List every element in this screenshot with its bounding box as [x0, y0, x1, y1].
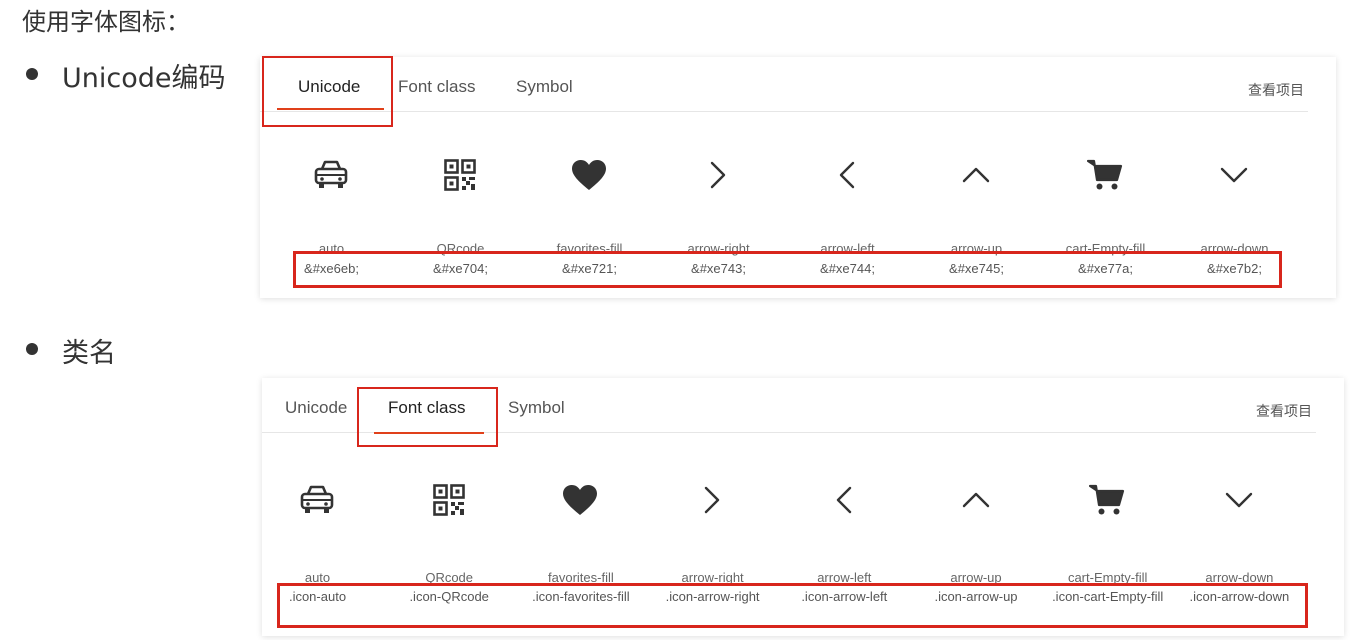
arrow-right-icon — [698, 155, 738, 195]
car-icon — [297, 480, 337, 520]
qrcode-icon — [429, 480, 469, 520]
bullet-dot — [26, 68, 38, 80]
car-icon — [311, 155, 351, 195]
section-title-unicode: Unicode编码 — [62, 63, 226, 94]
arrow-left-icon — [824, 480, 864, 520]
qrcode-icon — [440, 155, 480, 195]
view-project-link[interactable]: 查看项目 — [1248, 80, 1304, 100]
arrow-up-icon — [956, 155, 996, 195]
tab-unicode[interactable]: Unicode — [285, 398, 347, 418]
heart-icon — [569, 155, 609, 195]
tab-bar: Unicode Font class Symbol 查看项目 — [260, 57, 1308, 112]
cart-icon — [1085, 155, 1125, 195]
icon-panel-font-class: Unicode Font class Symbol 查看项目 auto .icon… — [262, 378, 1344, 636]
arrow-down-icon — [1214, 155, 1254, 195]
highlight-box-tab — [262, 56, 393, 127]
arrow-up-icon — [956, 480, 996, 520]
tab-font-class[interactable]: Font class — [398, 77, 475, 97]
highlight-box-codes — [277, 583, 1308, 628]
section-title-classname: 类名 — [62, 338, 116, 369]
arrow-right-icon — [692, 480, 732, 520]
view-project-link[interactable]: 查看项目 — [1256, 401, 1312, 421]
tab-symbol[interactable]: Symbol — [516, 77, 573, 97]
cart-icon — [1087, 480, 1127, 520]
bullet-dot — [26, 343, 38, 355]
highlight-box-tab — [357, 387, 498, 447]
heart-icon — [560, 480, 600, 520]
icon-panel-unicode: Unicode Font class Symbol 查看项目 auto &#xe6… — [260, 56, 1336, 298]
highlight-box-codes — [293, 251, 1282, 288]
arrow-down-icon — [1219, 480, 1259, 520]
page-heading: 使用字体图标： — [22, 8, 190, 36]
tab-symbol[interactable]: Symbol — [508, 398, 565, 418]
arrow-left-icon — [827, 155, 867, 195]
